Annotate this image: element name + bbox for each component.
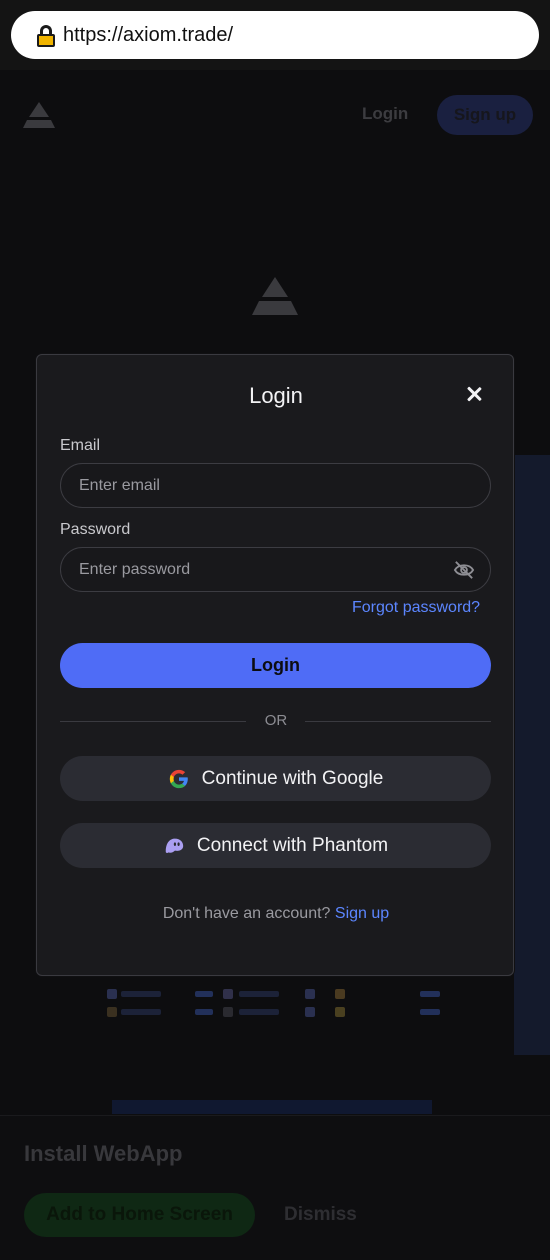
install-title: Install WebApp bbox=[24, 1141, 183, 1166]
google-login-button[interactable]: Continue with Google bbox=[60, 756, 491, 801]
signup-prompt: Don't have an account? Sign up bbox=[37, 905, 515, 923]
browser-chrome: https://axiom.trade/ bbox=[0, 0, 550, 70]
background-preview bbox=[105, 985, 445, 1045]
dismiss-button[interactable]: Dismiss bbox=[284, 1204, 357, 1226]
eye-off-icon[interactable] bbox=[453, 560, 475, 580]
signup-prompt-text: Don't have an account? bbox=[162, 905, 331, 922]
background-bar bbox=[112, 1100, 432, 1114]
lock-icon bbox=[37, 25, 55, 47]
address-bar[interactable]: https://axiom.trade/ bbox=[11, 11, 539, 59]
axiom-logo-icon[interactable] bbox=[22, 100, 56, 130]
phantom-button-label: Connect with Phantom bbox=[196, 834, 389, 856]
google-icon bbox=[169, 769, 188, 788]
login-modal: Login Email Password Forgot password? Lo… bbox=[36, 354, 514, 976]
password-field[interactable] bbox=[60, 547, 491, 592]
signup-link[interactable]: Sign up bbox=[335, 905, 389, 922]
divider-right bbox=[305, 721, 491, 722]
google-button-label: Continue with Google bbox=[201, 767, 384, 789]
axiom-logo-large-icon bbox=[252, 277, 298, 315]
add-to-home-button[interactable]: Add to Home Screen bbox=[24, 1193, 255, 1237]
url-text[interactable]: https://axiom.trade/ bbox=[63, 24, 233, 47]
email-field[interactable] bbox=[60, 463, 491, 508]
forgot-password-link[interactable]: Forgot password? bbox=[352, 599, 480, 617]
phantom-connect-button[interactable]: Connect with Phantom bbox=[60, 823, 491, 868]
modal-title: Login bbox=[249, 383, 303, 408]
login-button[interactable]: Login bbox=[60, 643, 491, 688]
phantom-ghost-icon bbox=[165, 838, 184, 853]
background-panel bbox=[514, 455, 550, 1055]
password-label: Password bbox=[60, 521, 131, 538]
header-login-button[interactable]: Login bbox=[362, 104, 408, 124]
install-banner: Install WebApp Add to Home Screen Dismis… bbox=[0, 1115, 550, 1260]
email-label: Email bbox=[60, 437, 101, 454]
site-header: Login Sign up bbox=[0, 70, 550, 160]
close-icon[interactable] bbox=[465, 385, 483, 403]
header-signup-button[interactable]: Sign up bbox=[437, 95, 533, 135]
